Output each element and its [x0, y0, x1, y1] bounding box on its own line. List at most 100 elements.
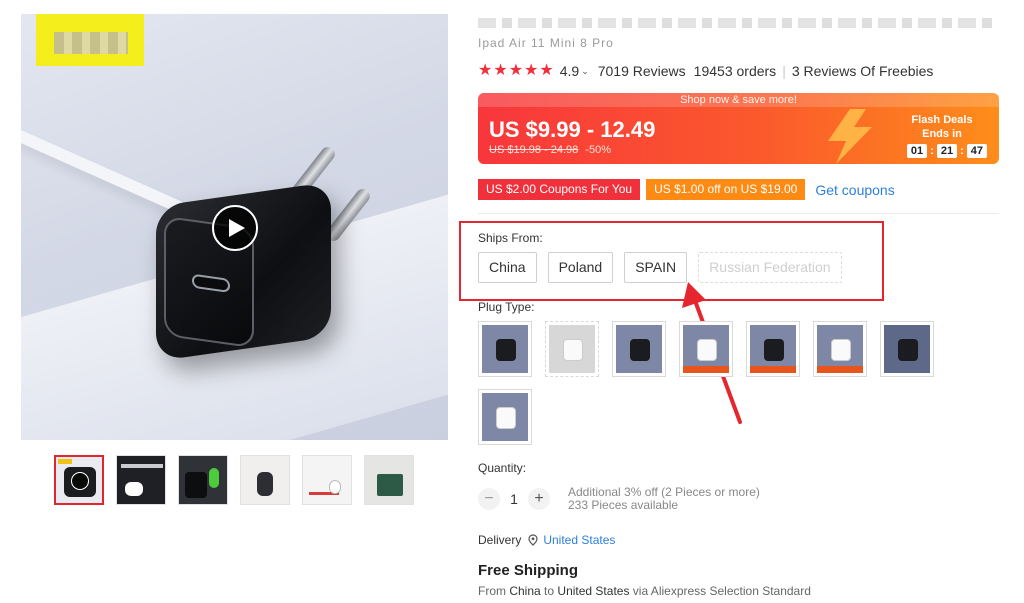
- timer-hours: 01: [906, 144, 928, 158]
- quantity-input[interactable]: 1: [500, 491, 528, 507]
- thumbnail-image[interactable]: [364, 455, 414, 505]
- play-video-button[interactable]: [212, 205, 258, 251]
- plug-option[interactable]: [478, 389, 532, 445]
- thumbnail-strip: [54, 455, 414, 505]
- reviews-count[interactable]: 7019 Reviews: [598, 63, 686, 79]
- star-icon: ★: [493, 62, 508, 79]
- thumb-art: [329, 480, 341, 494]
- plug-option-image: [817, 325, 863, 373]
- quantity-minus-button[interactable]: −: [478, 488, 500, 510]
- plug-charger-art: [563, 339, 583, 361]
- plug-option-image: [482, 325, 528, 373]
- shipping-detail: From China to United States via Aliexpre…: [478, 584, 811, 598]
- thumb-art: [185, 472, 207, 498]
- star-icon: ★: [478, 62, 493, 79]
- divider: [478, 213, 999, 214]
- get-coupons-link[interactable]: Get coupons: [815, 182, 894, 198]
- plug-charger-art: [764, 339, 784, 361]
- current-price: US $9.99 - 12.49: [489, 117, 656, 142]
- usb-c-port: [192, 273, 230, 293]
- redacted-logo-block: [36, 14, 144, 66]
- plug-option[interactable]: [478, 321, 532, 377]
- coupon-badge[interactable]: US $2.00 Coupons For You: [478, 179, 641, 200]
- plug-option-image: [616, 325, 662, 373]
- ship-option-china[interactable]: China: [478, 252, 537, 283]
- charger-illustration: [156, 144, 373, 362]
- thumbnail-image[interactable]: [178, 455, 228, 505]
- promo-text: Shop now & save more!: [478, 93, 999, 107]
- quantity-plus-button[interactable]: +: [528, 488, 550, 510]
- freebie-reviews[interactable]: 3 Reviews Of Freebies: [792, 63, 934, 79]
- thumb-art: [125, 482, 143, 496]
- plug-charger-art: [898, 339, 918, 361]
- thumb-art: [209, 468, 219, 488]
- discount-percent: -50%: [585, 144, 612, 156]
- to-word: to: [544, 584, 555, 598]
- delivery-country-link[interactable]: United States: [543, 533, 615, 547]
- plug-option[interactable]: [679, 321, 733, 377]
- separator: |: [782, 63, 786, 79]
- ships-from-options: China Poland SPAIN Russian Federation: [478, 252, 842, 283]
- plug-type-options: [478, 321, 948, 445]
- plug-option[interactable]: [813, 321, 867, 377]
- thumb-tag: [58, 459, 72, 464]
- plug-option-image: [884, 325, 930, 373]
- thumb-art: [377, 474, 403, 496]
- star-icon: ★: [508, 62, 524, 79]
- plug-option-image: [482, 393, 528, 441]
- timer-seconds: 47: [966, 144, 987, 158]
- star-icon: ★: [539, 62, 554, 79]
- ship-option-spain[interactable]: SPAIN: [624, 252, 688, 283]
- plug-option[interactable]: [545, 321, 599, 377]
- plug-charger-art: [697, 339, 717, 361]
- plug-option[interactable]: [880, 321, 934, 377]
- plug-option-image: [750, 325, 796, 373]
- plug-stripe: [750, 366, 796, 373]
- coupon-badge[interactable]: US $1.00 off on US $19.00: [646, 179, 806, 200]
- plug-stripe: [817, 366, 863, 373]
- plug-charger-art: [831, 339, 851, 361]
- thumb-art: [121, 464, 163, 468]
- title-line-2: Ipad Air 11 Mini 8 Pro: [478, 36, 614, 50]
- caret-down-icon[interactable]: ⌄: [581, 66, 589, 77]
- coupons-row: US $2.00 Coupons For You US $1.00 off on…: [478, 179, 895, 200]
- ships-from-label: Ships From:: [478, 231, 543, 245]
- from-word: From: [478, 584, 506, 598]
- plug-charger-art: [630, 339, 650, 361]
- plug-type-label: Plug Type:: [478, 300, 535, 314]
- quantity-label: Quantity:: [478, 461, 527, 475]
- ship-option-poland[interactable]: Poland: [547, 252, 614, 283]
- rating-value[interactable]: 4.9: [560, 63, 579, 79]
- location-pin-icon: [528, 534, 538, 546]
- plug-charger-art: [496, 339, 516, 361]
- timer-minutes: 21: [936, 144, 958, 158]
- plug-option[interactable]: [746, 321, 800, 377]
- lightning-icon: [828, 109, 872, 164]
- thumb-art: [257, 472, 273, 496]
- plug-charger-art: [496, 407, 516, 429]
- ship-option-russian-federation[interactable]: Russian Federation: [698, 252, 842, 283]
- price-banner: Shop now & save more! US $9.99 - 12.49 U…: [478, 93, 999, 164]
- timer-colon: :: [930, 145, 934, 157]
- star-icon: ★: [524, 62, 539, 79]
- plug-stripe: [683, 366, 729, 373]
- pieces-available-text: 233 Pieces available: [568, 498, 679, 512]
- plug-option[interactable]: [612, 321, 666, 377]
- original-price-value: US $19.98 - 24.98: [489, 144, 579, 156]
- thumbnail-video[interactable]: [54, 455, 104, 505]
- thumbnail-image[interactable]: [116, 455, 166, 505]
- title-line-blurred: [478, 18, 998, 28]
- quantity-stepper: − 1 + Additional 3% off (2 Pieces or mor…: [478, 486, 760, 512]
- shipping-method: via Aliexpress Selection Standard: [632, 584, 811, 598]
- orders-count: 19453 orders: [693, 63, 777, 79]
- quantity-info: Additional 3% off (2 Pieces or more) 233…: [568, 486, 760, 512]
- product-title-redacted: Ipad Air 11 Mini 8 Pro: [478, 12, 998, 52]
- original-price: US $19.98 - 24.98 -50%: [489, 144, 611, 156]
- delivery-label: Delivery: [478, 533, 522, 547]
- thumbnail-image[interactable]: [240, 455, 290, 505]
- thumbnail-image[interactable]: [302, 455, 352, 505]
- flash-deals: Flash Deals Ends in: [897, 113, 987, 141]
- ship-destination: United States: [557, 584, 630, 598]
- thumb-play-icon: [71, 472, 89, 490]
- play-icon: [229, 219, 245, 237]
